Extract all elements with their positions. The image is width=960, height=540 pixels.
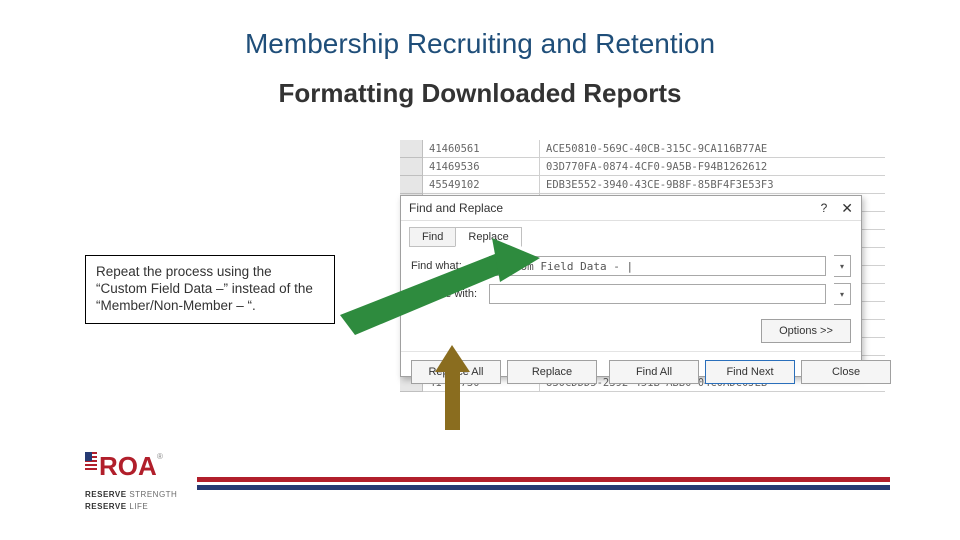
input-find-what[interactable]	[489, 256, 826, 276]
page-subtitle: Formatting Downloaded Reports	[0, 78, 960, 109]
roa-logo: ROA ® RESERVE STRENGTH RESERVE LIFE	[85, 449, 177, 512]
replace-all-button[interactable]: Replace All	[411, 360, 501, 384]
cell: 41460561	[423, 140, 540, 158]
tab-replace[interactable]: Replace	[455, 227, 521, 247]
logo-tagline-1: RESERVE STRENGTH	[85, 490, 177, 500]
tab-find[interactable]: Find	[409, 227, 456, 247]
chevron-down-icon[interactable]: ▾	[834, 283, 851, 305]
footer-bars	[197, 477, 890, 490]
logo-tagline-2: RESERVE LIFE	[85, 502, 177, 512]
footer: ROA ® RESERVE STRENGTH RESERVE LIFE	[85, 450, 890, 510]
dialog-title-text: Find and Replace	[409, 201, 503, 215]
spreadsheet-area: 41460561ACE50810-569C-40CB-315C-9CA116B7…	[400, 140, 885, 420]
cell: ACE50810-569C-40CB-315C-9CA116B77AE	[540, 140, 885, 158]
find-next-button[interactable]: Find Next	[705, 360, 795, 384]
help-icon[interactable]: ?	[821, 201, 828, 215]
table-row: 4146953603D770FA-0874-4CF0-9A5B-F94B1262…	[400, 158, 885, 176]
label-replace-with: Replace with:	[411, 288, 481, 300]
flag-icon: ROA ®	[85, 449, 163, 483]
table-row: 41460561ACE50810-569C-40CB-315C-9CA116B7…	[400, 140, 885, 158]
bar-blue	[197, 485, 890, 490]
cell: 41469536	[423, 158, 540, 176]
dialog-titlebar: Find and Replace ? ✕	[401, 196, 861, 221]
instruction-box: Repeat the process using the “Custom Fie…	[85, 255, 335, 324]
row-header	[400, 158, 423, 176]
page-title: Membership Recruiting and Retention	[0, 28, 960, 60]
bar-red	[197, 477, 890, 482]
find-all-button[interactable]: Find All	[609, 360, 699, 384]
close-icon[interactable]: ✕	[841, 201, 853, 215]
replace-button[interactable]: Replace	[507, 360, 597, 384]
close-button[interactable]: Close	[801, 360, 891, 384]
cell: 45549102	[423, 176, 540, 194]
options-button[interactable]: Options >>	[761, 319, 851, 343]
find-replace-dialog: Find and Replace ? ✕ Find Replace Find w…	[400, 195, 862, 377]
cell: EDB3E552-3940-43CE-9B8F-85BF4F3E53F3	[540, 176, 885, 194]
logo-text: ROA	[99, 451, 157, 481]
cell: 03D770FA-0874-4CF0-9A5B-F94B1262612	[540, 158, 885, 176]
row-header	[400, 176, 423, 194]
table-row: 45549102EDB3E552-3940-43CE-9B8F-85BF4F3E…	[400, 176, 885, 194]
row-header	[400, 140, 423, 158]
input-replace-with[interactable]	[489, 284, 826, 304]
chevron-down-icon[interactable]: ▾	[834, 255, 851, 277]
dialog-tabs: Find Replace	[401, 221, 861, 247]
label-find-what: Find what:	[411, 260, 481, 272]
registered-icon: ®	[157, 452, 163, 461]
instruction-text: Repeat the process using the “Custom Fie…	[96, 264, 313, 313]
